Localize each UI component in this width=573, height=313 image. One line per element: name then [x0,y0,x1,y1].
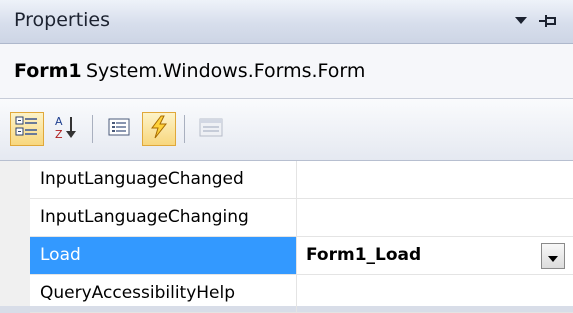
events-button[interactable] [142,112,176,146]
auto-hide-pin-icon[interactable] [538,11,558,31]
grid-row-load[interactable]: Load Form1_Load [30,237,573,275]
property-value-field[interactable]: Form1_Load [298,237,573,274]
window-title: Properties [14,9,111,31]
object-name: Form1 [14,60,82,82]
properties-panel: Properties Form1 System.Windows.Forms.Fo… [0,0,573,313]
alphabetical-sort-icon: A Z [54,114,80,144]
property-pages-button[interactable] [194,112,228,146]
grid-row-inputlanguagechanged[interactable]: InputLanguageChanged [30,161,573,199]
property-name: Load [30,237,297,274]
chevron-down-icon [548,247,558,266]
property-value-field[interactable] [298,199,573,236]
value-dropdown-button[interactable] [541,243,565,269]
events-lightning-icon [148,115,170,143]
properties-icon [108,117,130,141]
property-value-field[interactable] [298,161,573,198]
window-position-menu-icon[interactable] [514,11,528,31]
title-bar: Properties [0,0,573,44]
properties-toolbar: A Z [0,99,573,161]
grid-row-queryaccessibilityhelp[interactable]: QueryAccessibilityHelp [30,275,573,313]
toolbar-separator [184,115,185,143]
property-name: InputLanguageChanged [30,161,297,198]
categorized-button[interactable] [10,112,44,146]
object-type: System.Windows.Forms.Form [86,60,366,82]
toolbar-separator [92,115,93,143]
property-name: QueryAccessibilityHelp [30,275,297,312]
property-grid: InputLanguageChanged InputLanguageChangi… [0,161,573,313]
grid-gutter [0,161,30,306]
property-pages-icon [199,116,223,142]
grid-row-inputlanguagechanging[interactable]: InputLanguageChanging [30,199,573,237]
object-selector[interactable]: Form1 System.Windows.Forms.Form [0,44,573,99]
property-name: InputLanguageChanging [30,199,297,236]
svg-text:Z: Z [55,128,63,140]
categorized-icon [15,115,39,143]
properties-button[interactable] [102,112,136,146]
property-value-field[interactable] [298,275,573,312]
svg-text:A: A [55,115,63,128]
alphabetical-button[interactable]: A Z [50,112,84,146]
